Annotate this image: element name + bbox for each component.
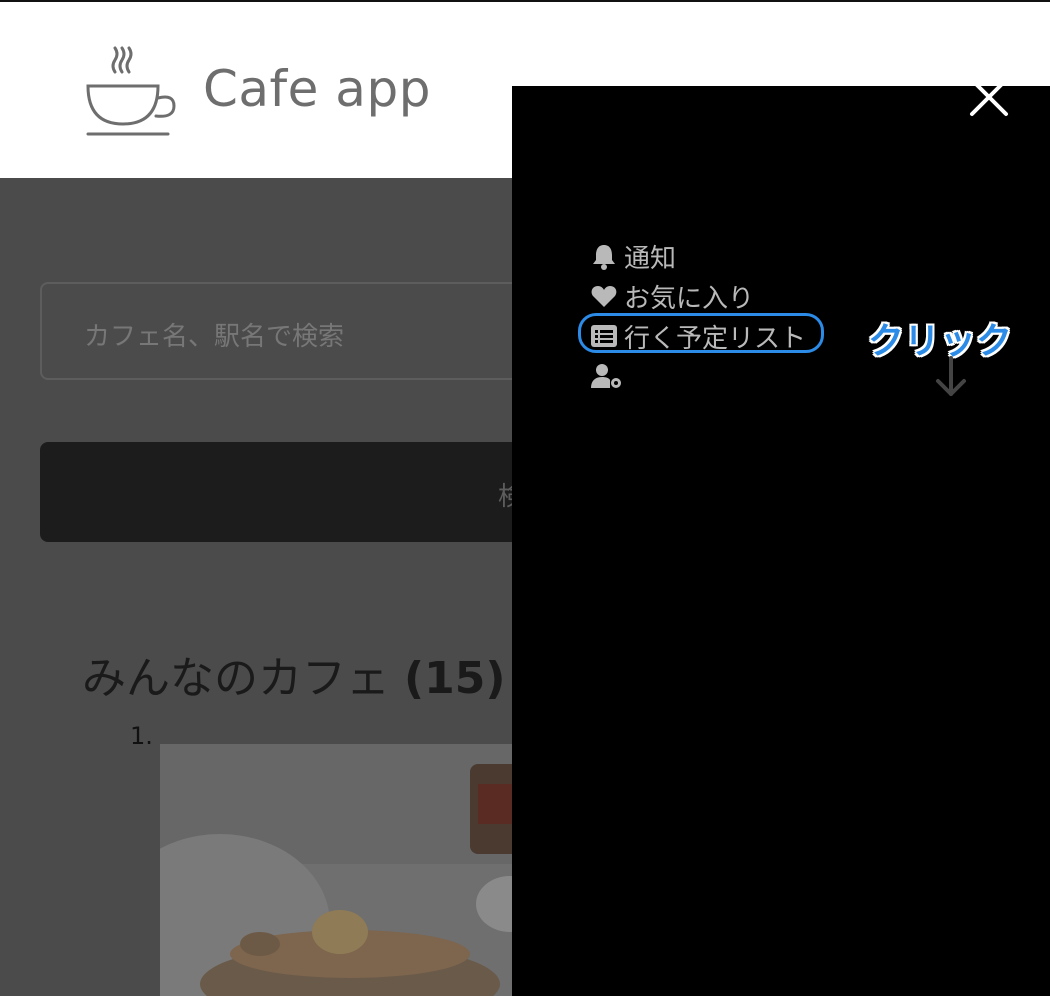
side-drawer: 通知 お気に入り 行く予定リスト クリック [512, 78, 1050, 996]
bell-icon [593, 245, 615, 270]
close-icon[interactable] [968, 76, 1010, 118]
section-count: (15) [404, 653, 506, 704]
menu-item-plan-list[interactable]: 行く予定リスト [577, 313, 825, 356]
down-arrow-icon [936, 356, 966, 396]
section-title-text: みんなのカフェ [82, 653, 404, 704]
menu-item-label: 通知 [624, 243, 677, 274]
menu-item-notifications[interactable]: 通知 [590, 236, 806, 276]
app-title[interactable]: Cafe app [203, 60, 431, 118]
menu-item-label: 行く予定リスト [624, 323, 807, 354]
coffee-cup-icon [86, 46, 176, 136]
heart-icon [591, 286, 617, 307]
list-number: 1. [130, 722, 153, 750]
drawer-menu: 通知 お気に入り 行く予定リスト [577, 236, 825, 396]
section-title: みんなのカフェ (15) [82, 642, 505, 706]
user-settings-icon [591, 364, 621, 388]
menu-item-label: お気に入り [624, 283, 755, 314]
search-placeholder: カフェ名、駅名で検索 [84, 322, 345, 352]
menu-item-user-settings[interactable] [590, 356, 806, 396]
list-icon [591, 325, 617, 347]
menu-item-favorites[interactable]: お気に入り [590, 276, 806, 316]
